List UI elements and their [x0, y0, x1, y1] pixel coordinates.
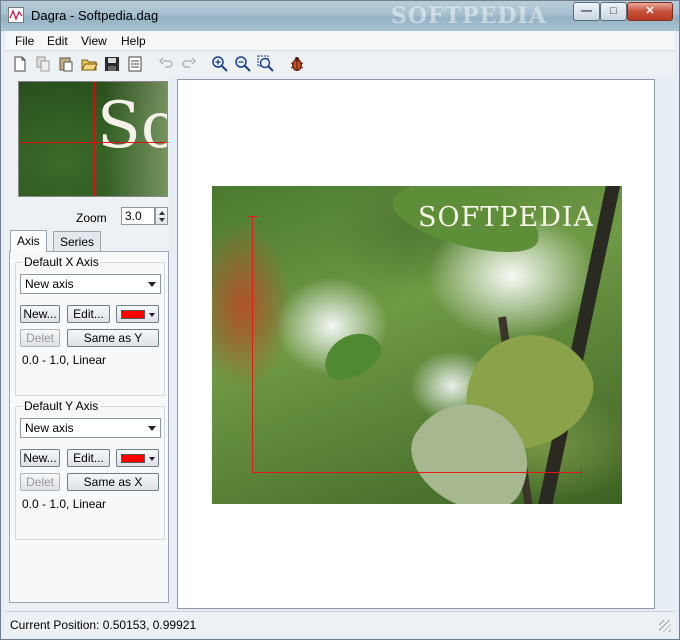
y-axis-range: 0.0 - 1.0, Linear [22, 497, 107, 511]
undo-icon[interactable] [157, 55, 175, 73]
chevron-down-icon [148, 426, 156, 431]
crosshair-horizontal [19, 142, 167, 143]
app-logo-icon [8, 7, 24, 23]
x-axis-group-title: Default X Axis [22, 255, 101, 269]
status-bar: Current Position: 0.50153, 0.99921 [5, 611, 675, 635]
redo-icon[interactable] [180, 55, 198, 73]
resize-grip-icon[interactable] [659, 620, 671, 632]
title-bar[interactable]: Dagra - Softpedia.dag SOFTPEDIA — □ ✕ [1, 1, 679, 31]
magnifier-preview: So [18, 81, 168, 197]
new-icon[interactable] [11, 55, 29, 73]
y-axis-new-button[interactable]: New... [20, 449, 60, 467]
y-axis-end-tick [248, 216, 257, 217]
tab-series[interactable]: Series [53, 231, 102, 251]
crosshair-vertical [94, 82, 95, 196]
x-axis-color-swatch [121, 310, 145, 319]
title-watermark: SOFTPEDIA [391, 3, 547, 29]
x-axis-group: Default X Axis New axis New... Edit... D… [15, 255, 165, 396]
spin-down-icon[interactable] [159, 218, 165, 222]
close-button[interactable]: ✕ [627, 2, 673, 21]
bug-icon[interactable] [288, 55, 306, 73]
y-axis-edit-button[interactable]: Edit... [67, 449, 110, 467]
properties-icon[interactable] [126, 55, 144, 73]
x-axis-same-as-y-button[interactable]: Same as Y [67, 329, 159, 347]
x-axis-range: 0.0 - 1.0, Linear [22, 353, 107, 367]
app-window: Dagra - Softpedia.dag SOFTPEDIA — □ ✕ Fi… [0, 0, 680, 640]
zoom-in-icon[interactable] [211, 55, 229, 73]
x-axis-edit-button[interactable]: Edit... [67, 305, 110, 323]
photo-watermark: SOFTPEDIA [418, 202, 595, 233]
chevron-down-icon [149, 313, 155, 317]
chevron-down-icon [148, 282, 156, 287]
x-axis-select[interactable]: New axis [20, 274, 161, 294]
loaded-image[interactable]: SOFTPEDIA [212, 186, 622, 504]
toolbar [5, 52, 675, 76]
x-axis-new-button[interactable]: New... [20, 305, 60, 323]
copy-icon[interactable] [34, 55, 52, 73]
y-axis-color-picker[interactable] [116, 449, 159, 467]
window-title: Dagra - Softpedia.dag [31, 8, 159, 23]
zoom-label: Zoom [76, 211, 107, 225]
current-position: Current Position: 0.50153, 0.99921 [10, 618, 197, 632]
tab-axis[interactable]: Axis [10, 230, 47, 252]
spin-up-icon[interactable] [159, 211, 165, 215]
x-axis-delete-button[interactable]: Delet [20, 329, 60, 347]
save-icon[interactable] [103, 55, 121, 73]
menu-help[interactable]: Help [121, 34, 146, 48]
close-icon: ✕ [645, 5, 655, 17]
chevron-down-icon [149, 457, 155, 461]
maximize-icon: □ [610, 5, 617, 17]
menu-view[interactable]: View [81, 34, 107, 48]
y-axis-line[interactable] [252, 216, 253, 473]
zoom-spinner[interactable] [155, 207, 168, 225]
open-icon[interactable] [80, 55, 98, 73]
minimize-button[interactable]: — [573, 2, 600, 21]
maximize-button[interactable]: □ [600, 2, 627, 21]
y-axis-group-title: Default Y Axis [22, 399, 101, 413]
paste-icon[interactable] [57, 55, 75, 73]
minimize-icon: — [581, 5, 592, 17]
x-axis-color-picker[interactable] [116, 305, 159, 323]
y-axis-color-swatch [121, 454, 145, 463]
x-axis-end-tick [581, 468, 582, 477]
y-axis-same-as-x-button[interactable]: Same as X [67, 473, 159, 491]
menu-file[interactable]: File [15, 34, 34, 48]
drawing-canvas[interactable]: SOFTPEDIA [177, 79, 655, 609]
preview-text: So [97, 89, 167, 163]
x-axis-select-value: New axis [25, 277, 74, 291]
y-axis-group: Default Y Axis New axis New... Edit... D… [15, 399, 165, 540]
y-axis-select-value: New axis [25, 421, 74, 435]
axis-tab-panel: Default X Axis New axis New... Edit... D… [9, 251, 169, 603]
y-axis-select[interactable]: New axis [20, 418, 161, 438]
x-axis-line[interactable] [252, 472, 582, 473]
side-panel: So Zoom 3.0 Axis Series Default X Axis N… [5, 77, 169, 607]
y-axis-delete-button[interactable]: Delet [20, 473, 60, 491]
menu-edit[interactable]: Edit [47, 34, 68, 48]
zoom-out-icon[interactable] [234, 55, 252, 73]
zoom-fit-icon[interactable] [257, 55, 275, 73]
menu-bar: File Edit View Help [5, 31, 675, 51]
zoom-input[interactable]: 3.0 [121, 207, 155, 225]
photo-leaf [316, 323, 388, 389]
